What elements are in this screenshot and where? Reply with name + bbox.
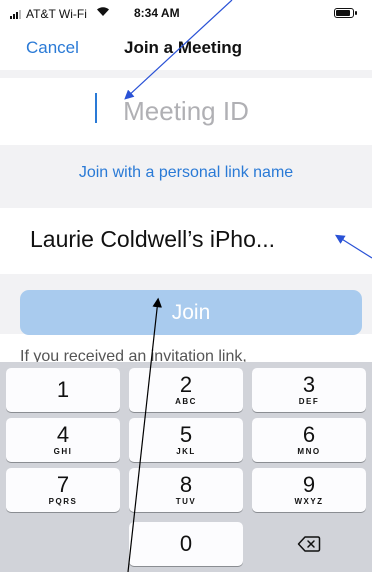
battery-icon [334,8,357,18]
key-letters: ABC [175,396,197,406]
key-letters: WXYZ [294,496,324,506]
carrier-label: AT&T Wi-Fi [26,7,87,21]
key-number: 5 [179,421,193,447]
nav-bar: Cancel Join a Meeting [0,28,372,70]
key-letters: PQRS [48,496,78,506]
key-number: 0 [179,531,193,556]
key-1[interactable]: 1 [6,368,120,412]
meeting-id-row [0,78,372,144]
key-number: 8 [179,471,193,497]
wifi-icon [96,6,110,20]
key-letters: TUV [175,496,197,506]
key-number: 2 [179,371,193,397]
key-letters: GHI [53,446,73,456]
delete-key[interactable] [252,522,366,566]
personal-link-row: Join with a personal link name [0,145,372,200]
divider [0,70,372,78]
device-name-row: Laurie Coldwell’s iPho... [0,208,372,274]
status-time: 8:34 AM [134,6,180,20]
key-2[interactable]: 2 ABC [129,368,243,412]
device-name-input[interactable]: Laurie Coldwell’s iPho... [30,226,360,253]
signal-icon [10,10,21,19]
key-8[interactable]: 8 TUV [129,468,243,512]
key-letters: JKL [176,446,196,456]
divider [0,200,372,208]
page-title: Join a Meeting [124,38,243,57]
backspace-icon [297,536,321,552]
key-number: 7 [56,471,70,497]
cancel-button[interactable]: Cancel [26,38,79,58]
key-9[interactable]: 9 WXYZ [252,468,366,512]
status-bar: AT&T Wi-Fi 8:34 AM [0,0,372,28]
text-cursor [95,93,97,123]
key-number: 9 [302,471,316,497]
key-6[interactable]: 6 MNO [252,418,366,462]
key-5[interactable]: 5 JKL [129,418,243,462]
key-7[interactable]: 7 PQRS [6,468,120,512]
key-letters: MNO [297,446,321,456]
key-number: 3 [302,371,316,397]
key-number: 1 [56,377,70,402]
join-button[interactable]: Join [20,290,362,335]
key-number: 4 [56,421,70,447]
numeric-keyboard: 1 2 ABC 3 DEF 4 GHI 5 JKL 6 MNO 7 PQRS 8… [0,362,372,572]
key-letters: DEF [298,396,320,406]
key-number: 6 [302,421,316,447]
key-4[interactable]: 4 GHI [6,418,120,462]
meeting-id-input[interactable] [54,94,318,128]
key-0[interactable]: 0 [129,522,243,566]
personal-link-button[interactable]: Join with a personal link name [79,164,293,182]
key-3[interactable]: 3 DEF [252,368,366,412]
invitation-hint: If you received an invitation link, [20,348,247,362]
